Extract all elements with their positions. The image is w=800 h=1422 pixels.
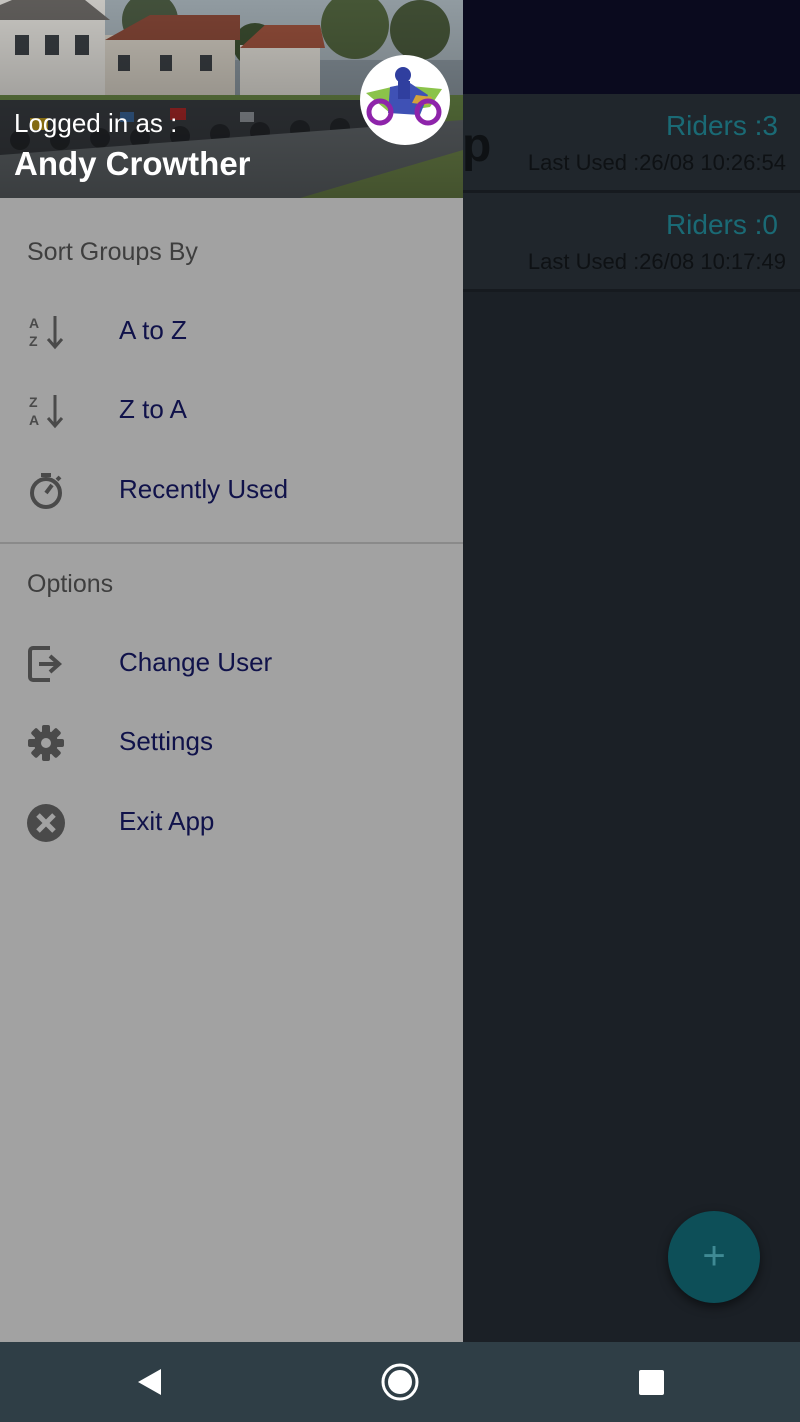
svg-text:A: A — [29, 315, 39, 331]
exit-app-item[interactable]: Exit App — [0, 788, 463, 858]
riders-count: Riders :0 — [665, 209, 778, 240]
sort-groups-heading: Sort Groups By — [27, 238, 198, 266]
timer-icon — [26, 471, 66, 511]
motorcycle-rider-icon[interactable] — [360, 55, 450, 145]
back-triangle-icon[interactable] — [130, 1362, 170, 1402]
options-heading: Options — [27, 570, 114, 598]
svg-text:A: A — [29, 412, 39, 428]
navigation-drawer: Logged in as : Andy Crowther Sort Groups… — [0, 0, 463, 1342]
sort-z-a-icon: Z A — [26, 391, 66, 431]
last-used: Last Used :26/08 10:17:49 — [527, 249, 786, 274]
system-navigation-bar — [0, 1342, 800, 1422]
add-group-button[interactable]: + — [668, 1211, 760, 1303]
exit-app-label: Exit App — [119, 806, 215, 836]
settings-label: Settings — [119, 726, 213, 756]
change-user-item[interactable]: Change User — [0, 629, 463, 699]
sort-z-to-a-item[interactable]: Z A Z to A — [0, 376, 463, 446]
sort-a-to-z-label: A to Z — [119, 315, 187, 345]
group-title-fragment: p — [462, 119, 492, 172]
drawer-header: Logged in as : Andy Crowther — [0, 0, 463, 198]
last-used: Last Used :26/08 10:26:54 — [527, 150, 786, 175]
exit-to-app-icon — [26, 644, 66, 684]
sort-a-z-icon: A Z — [26, 312, 66, 352]
svg-text:Z: Z — [29, 333, 38, 349]
riders-count: Riders :3 — [665, 110, 778, 141]
home-circle-icon[interactable] — [380, 1362, 420, 1402]
sort-z-to-a-label: Z to A — [119, 394, 187, 424]
gear-icon — [26, 723, 66, 763]
close-circle-icon — [26, 803, 66, 843]
settings-item[interactable]: Settings — [0, 708, 463, 778]
svg-text:Z: Z — [29, 394, 38, 410]
user-name: Andy Crowther — [14, 145, 251, 182]
change-user-label: Change User — [119, 647, 273, 677]
logged-in-label: Logged in as : — [14, 108, 178, 138]
sort-recently-used-label: Recently Used — [119, 474, 289, 504]
recents-square-icon[interactable] — [631, 1362, 671, 1402]
sort-a-to-z-item[interactable]: A Z A to Z — [0, 297, 463, 367]
sort-recently-used-item[interactable]: Recently Used — [0, 456, 463, 526]
drawer-divider — [0, 542, 463, 544]
